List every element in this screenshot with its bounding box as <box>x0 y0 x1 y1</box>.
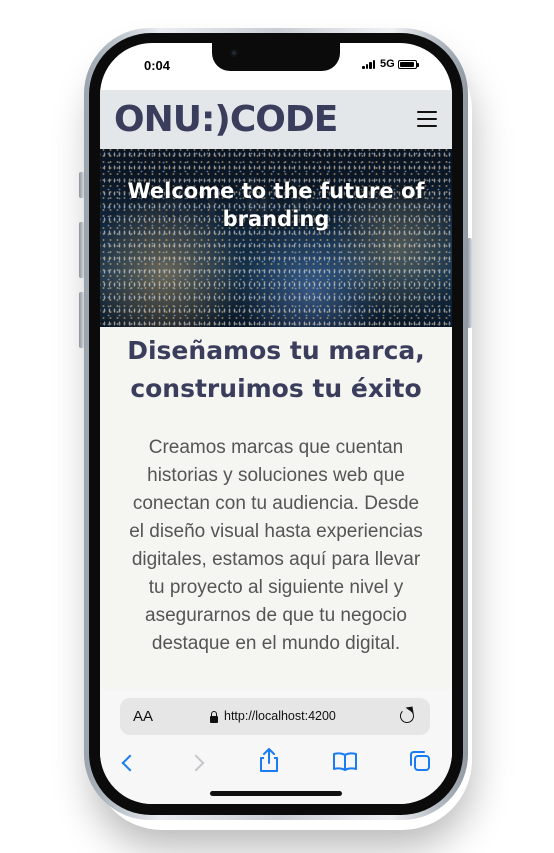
battery-icon <box>398 60 419 69</box>
reload-icon[interactable] <box>400 709 414 723</box>
network-label: 5G <box>380 58 395 70</box>
hero-banner: Welcome to the future of branding <box>100 149 452 327</box>
hero-title: Welcome to the future of branding <box>127 179 425 231</box>
site-navbar: ONU:)CODE <box>100 90 452 149</box>
tabs-icon[interactable] <box>408 749 432 773</box>
volume-up-button <box>79 222 84 278</box>
address-bar[interactable]: AA http://localhost:4200 <box>120 698 430 735</box>
power-button <box>467 238 472 328</box>
text-size-button[interactable]: AA <box>133 708 153 725</box>
camera-icon <box>230 49 238 57</box>
menu-icon[interactable] <box>417 111 437 127</box>
back-icon[interactable] <box>121 754 139 772</box>
browser-toolbar: AA http://localhost:4200 <box>100 689 452 804</box>
intro-paragraph: Creamos marcas que cuentan historias y s… <box>129 437 423 654</box>
notch <box>212 43 340 71</box>
site-logo[interactable]: ONU:)CODE <box>114 102 338 138</box>
phone-screen: 0:04 5G ONU:)CODE Welcome to the future … <box>100 43 452 804</box>
page-headline: Diseñamos tu marca, construimos tu éxito <box>127 336 425 403</box>
share-icon[interactable] <box>257 747 281 773</box>
main-content: Diseñamos tu marca, construimos tu éxito… <box>100 327 452 689</box>
forward-icon[interactable] <box>187 754 205 772</box>
lock-icon <box>210 711 218 723</box>
status-time: 0:04 <box>144 58 171 73</box>
volume-down-button <box>79 292 84 348</box>
silent-switch <box>79 172 84 198</box>
signal-icon <box>362 60 376 69</box>
city-lights <box>100 149 452 327</box>
bookmarks-icon[interactable] <box>332 751 358 771</box>
home-indicator[interactable] <box>210 791 342 796</box>
url-text[interactable]: http://localhost:4200 <box>224 709 336 723</box>
